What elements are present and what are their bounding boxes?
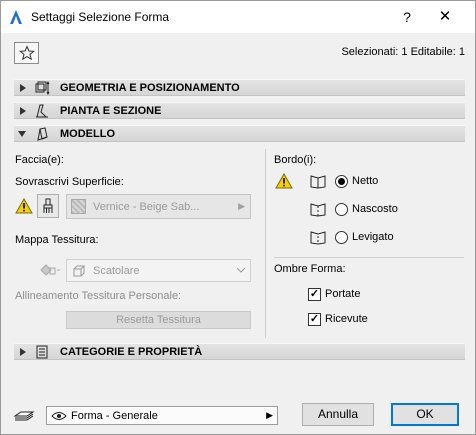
window-title: Settaggi Selezione Forma	[31, 10, 170, 24]
texture-map-value: Scatolare	[93, 265, 140, 277]
edge-option-solid[interactable]: Netto	[309, 172, 378, 190]
chevron-right-icon: ▶	[266, 410, 273, 420]
section-categories[interactable]: CATEGORIE E PROPRIETÀ	[14, 343, 465, 360]
shadow-receive-checkbox[interactable]: ✓ Ricevute	[308, 311, 368, 327]
warning-icon	[275, 173, 293, 189]
edge-option-label: Levigato	[352, 231, 394, 243]
section-divider	[274, 257, 464, 258]
section-title: MODELLO	[60, 128, 115, 140]
edge-option-label: Netto	[352, 175, 379, 187]
section-title: PIANTA E SEZIONE	[60, 105, 162, 117]
section-model[interactable]: MODELLO	[14, 125, 465, 142]
geometry-icon	[35, 81, 50, 95]
selection-info: Selezionati: 1 Editabile: 1	[341, 46, 465, 58]
radio-button[interactable]	[335, 174, 348, 188]
solid-edge-icon	[310, 175, 326, 189]
cancel-button[interactable]: Annulla	[302, 403, 374, 426]
texture-map-label: Mappa Tessitura:	[15, 234, 99, 246]
section-floorplan[interactable]: PIANTA E SEZIONE	[14, 102, 465, 119]
archicad-app-icon	[10, 10, 22, 24]
smooth-edge-icon	[310, 231, 326, 245]
section-geometry[interactable]: GEOMETRIA E POSIZIONAMENTO	[14, 79, 465, 96]
close-button[interactable]: ✕	[433, 7, 457, 27]
material-swatch	[71, 199, 86, 214]
shadow-option-label: Portate	[325, 288, 361, 300]
override-surface-label: Sovrascrivi Superficie:	[15, 176, 124, 188]
shadow-option-label: Ricevute	[325, 313, 368, 325]
edge-option-hidden[interactable]: Nascosto	[309, 200, 398, 218]
override-surface-toggle[interactable]	[37, 194, 59, 218]
favorites-icon[interactable]	[13, 407, 37, 423]
warning-icon	[15, 198, 33, 214]
view-value: Forma - Generale	[71, 410, 158, 422]
surface-material-value: Vernice - Beige Sab...	[93, 201, 200, 213]
model-icon	[37, 127, 48, 141]
title-bar: Settaggi Selezione Forma ? ✕	[1, 1, 475, 33]
help-button[interactable]: ?	[395, 7, 419, 27]
checkbox[interactable]: ✓	[308, 287, 321, 301]
section-title: GEOMETRIA E POSIZIONAMENTO	[60, 82, 240, 94]
edge-option-label: Nascosto	[352, 203, 398, 215]
dialog-window: Settaggi Selezione Forma ? ✕ Selezionati…	[0, 0, 476, 435]
expand-arrow-icon	[20, 107, 26, 115]
box-icon	[73, 265, 85, 277]
star-icon	[18, 45, 35, 61]
ok-button[interactable]: OK	[391, 403, 459, 426]
favorites-button[interactable]	[14, 42, 39, 64]
shadows-label: Ombre Forma:	[274, 263, 346, 275]
collapse-arrow-icon	[18, 131, 26, 137]
texture-map-select[interactable]: Scatolare	[66, 259, 251, 282]
section-title: CATEGORIE E PROPRIETÀ	[60, 346, 203, 358]
expand-arrow-icon	[20, 84, 26, 92]
chevron-right-icon: ▶	[238, 201, 245, 211]
hidden-edge-icon	[310, 203, 326, 217]
floorplan-section-icon	[36, 104, 48, 118]
faces-label: Faccia(e):	[15, 154, 64, 166]
custom-alignment-label: Allineamento Tessitura Personale:	[15, 290, 182, 302]
edges-label: Bordo(i):	[274, 154, 317, 166]
edge-option-smooth[interactable]: Levigato	[309, 228, 394, 246]
brush-icon	[43, 198, 53, 213]
shadow-cast-checkbox[interactable]: ✓ Portate	[308, 286, 360, 302]
eye-icon	[51, 412, 67, 420]
radio-button[interactable]	[335, 230, 348, 244]
surface-material-select[interactable]: Vernice - Beige Sab... ▶	[66, 194, 251, 219]
radio-button[interactable]	[335, 202, 348, 216]
view-select[interactable]: Forma - Generale ▶	[46, 406, 278, 425]
categories-icon	[36, 345, 48, 359]
reset-texture-button[interactable]: Resetta Tessitura	[66, 311, 251, 329]
chevron-down-icon	[236, 267, 246, 273]
checkbox[interactable]: ✓	[308, 312, 321, 326]
texture-map-icon	[40, 264, 60, 276]
column-divider	[265, 149, 266, 338]
expand-arrow-icon	[20, 348, 26, 356]
